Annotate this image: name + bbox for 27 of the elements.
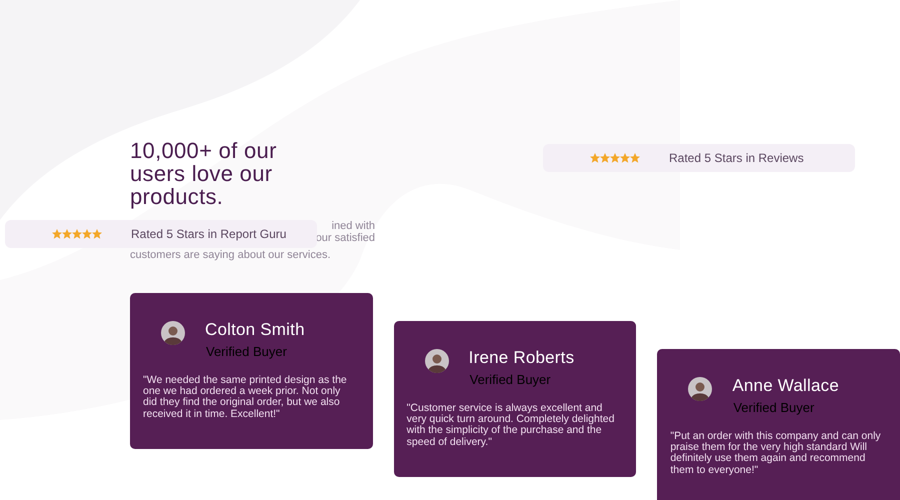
review-quote: "We needed the same printed design as the one we had ordered a week prior. Not only did they find the original order, but we also received it in time. Excellent!" — [143, 375, 348, 420]
rating-text: Rated 5 Stars in Report Guru — [131, 227, 286, 241]
avatar — [161, 321, 185, 345]
reviewer-name: Colton Smith — [205, 320, 306, 340]
verified-label: Verified Buyer — [733, 401, 816, 415]
avatar — [688, 377, 712, 401]
star-icon — [630, 153, 640, 163]
review-quote: "Customer service is always excellent and very quick turn around. Completely delighted with the simplicity of the purchase and the speed of delivery." — [406, 403, 616, 448]
star-icon — [620, 153, 630, 163]
intro-text: customers are saying about our services. — [130, 249, 331, 261]
verified-label: Verified Buyer — [470, 373, 552, 387]
star-icon — [600, 153, 610, 163]
intro-text: ined with — [332, 220, 375, 232]
reviewer-name: Irene Roberts — [468, 348, 576, 368]
star-icon — [92, 229, 102, 239]
star-icon — [72, 229, 82, 239]
star-icon — [590, 153, 600, 163]
avatar — [424, 349, 449, 373]
review-quote: "Put an order with this company and can only praise them for the very high standard Will definitely use them again and recommend them to everyone!" — [670, 431, 882, 476]
star-icon — [610, 153, 620, 163]
reviewer-name: Anne Wallace — [732, 376, 840, 396]
star-icon — [82, 229, 92, 239]
verified-label: Verified Buyer — [206, 345, 288, 359]
rating-text: Rated 5 Stars in Reviews — [669, 151, 804, 165]
heading: 10,000+ of our users love our products. — [130, 139, 278, 208]
star-icon — [52, 229, 62, 239]
star-icon — [62, 229, 72, 239]
